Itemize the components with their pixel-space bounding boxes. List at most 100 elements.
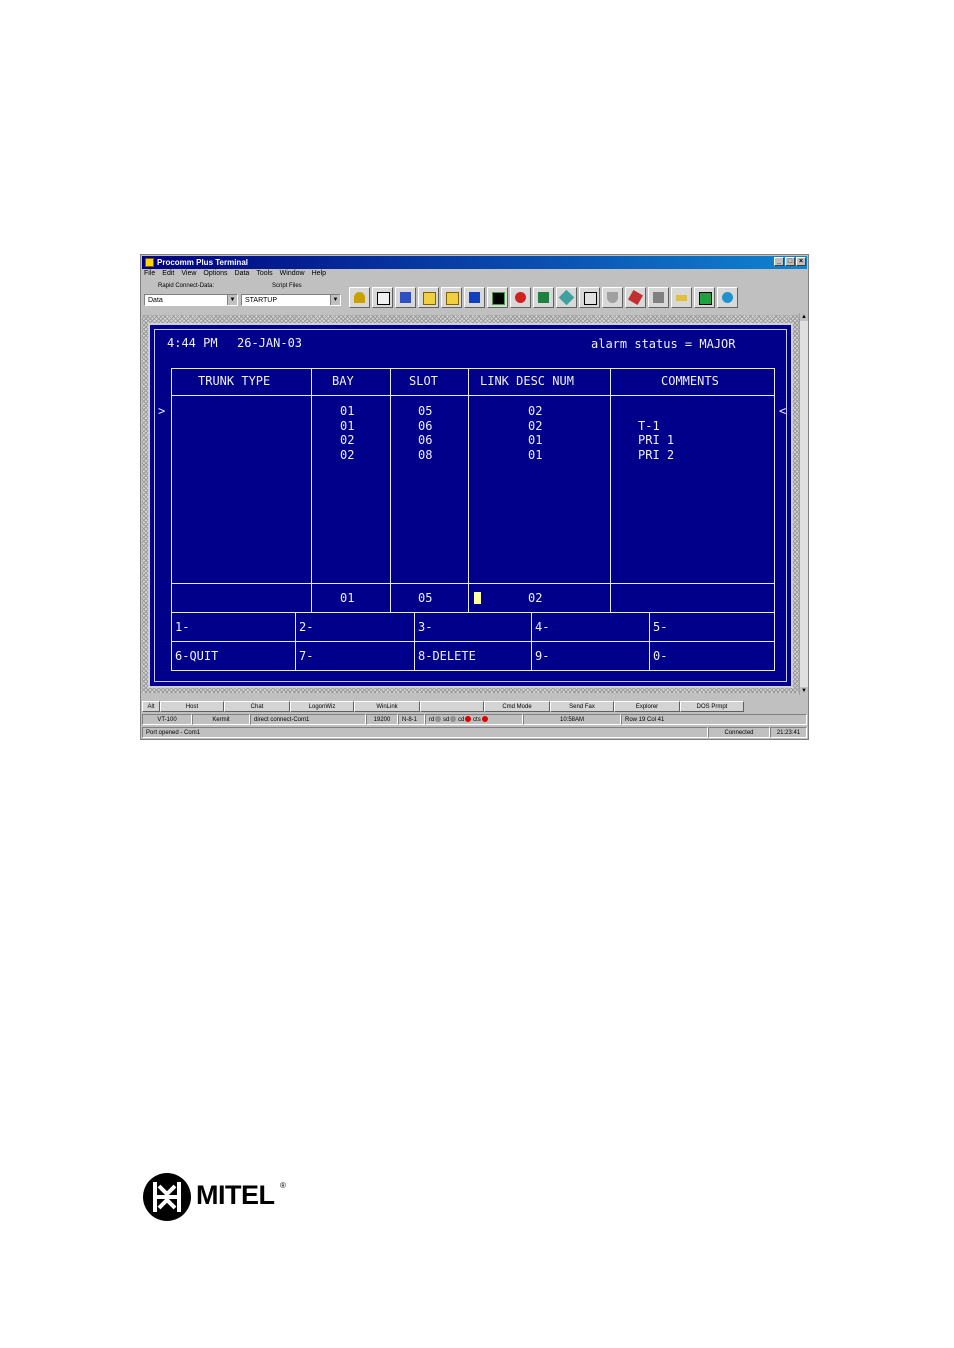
header-bay: BAY [332, 374, 354, 388]
minimize-button[interactable]: _ [774, 257, 784, 266]
fax-icon[interactable] [648, 287, 669, 308]
dos-prompt-button[interactable]: DOS Prmpt [680, 701, 744, 712]
table-cell-slot: 06 [418, 418, 433, 433]
registered-mark: ® [280, 1181, 286, 1190]
table-cell-comment: PRI 1 [638, 433, 675, 447]
table-cell-bay: 01 [340, 418, 355, 433]
monitor-icon[interactable] [533, 287, 554, 308]
table-cell-slot: 06 [418, 433, 433, 447]
script-files-select[interactable]: STARTUP ▼ [241, 294, 341, 306]
table-cell-bay: 01 [340, 404, 355, 418]
window-title: Procomm Plus Terminal [157, 258, 248, 267]
input-slot[interactable]: 05 [418, 591, 432, 606]
chevron-down-icon[interactable]: ▼ [227, 295, 237, 305]
logo-wordmark: MITEL [196, 1180, 275, 1210]
vertical-scrollbar[interactable]: ▲ ▼ [799, 313, 808, 695]
softkey-divider [295, 612, 296, 670]
softkey-divider [531, 612, 532, 670]
terminal-screen-icon[interactable] [487, 287, 508, 308]
table-cell-link: 01 [528, 433, 543, 447]
basket-icon[interactable] [602, 287, 623, 308]
table-divider [171, 612, 775, 613]
table-cell-link: 02 [528, 404, 543, 418]
hangup-phone-icon[interactable] [510, 287, 531, 308]
menu-window[interactable]: Window [280, 270, 305, 281]
softkey-divider [414, 612, 415, 670]
procomm-window: Procomm Plus Terminal _ □ × File Edit Vi… [140, 254, 809, 740]
app-icon [145, 258, 154, 267]
right-scroll-arrow[interactable]: < [779, 404, 786, 419]
chat-button[interactable]: Chat [224, 701, 290, 712]
cmd-mode-button[interactable]: Cmd Mode [484, 701, 550, 712]
mitel-emblem-icon [143, 1173, 191, 1221]
softkey-1[interactable]: 1- [175, 620, 189, 635]
column-divider [311, 368, 312, 612]
menu-options[interactable]: Options [203, 270, 227, 281]
cts-light-icon [481, 716, 488, 722]
table-cell-comment: PRI 2 [638, 447, 675, 462]
capture-icon[interactable] [556, 287, 577, 308]
menu-help[interactable]: Help [312, 270, 326, 281]
send-fax-button[interactable]: Send Fax [550, 701, 614, 712]
host-button[interactable]: Host [160, 701, 224, 712]
table-cell-link: 02 [528, 418, 543, 433]
menu-file[interactable]: File [144, 270, 155, 281]
input-bay[interactable]: 01 [340, 591, 354, 606]
clock-status: 10:58AM [523, 714, 621, 725]
maximize-button[interactable]: □ [785, 257, 795, 266]
meta-keys-icon[interactable] [694, 287, 715, 308]
menu-data[interactable]: Data [235, 270, 250, 281]
softkey-divider [649, 612, 650, 670]
chevron-down-icon[interactable]: ▼ [330, 295, 340, 305]
alarm-status: alarm status = MAJOR [591, 337, 736, 351]
explorer-button[interactable]: Explorer [614, 701, 680, 712]
globe-icon[interactable] [717, 287, 738, 308]
softkey-delete[interactable]: 8-DELETE [418, 649, 476, 664]
close-button[interactable]: × [796, 257, 806, 266]
baud-status[interactable]: 19200 [366, 714, 398, 725]
receive-file-icon[interactable] [441, 287, 462, 308]
terminal-screen[interactable]: 4:44 PM 26-JAN-03 alarm status = MAJOR T… [148, 323, 793, 688]
input-link[interactable]: 02 [528, 591, 542, 606]
table-cell-comment: T-1 [638, 418, 660, 433]
protocol-status[interactable]: Kermit [192, 714, 250, 725]
connect-runner-icon[interactable] [349, 287, 370, 308]
send-file-icon[interactable] [418, 287, 439, 308]
softkey-0[interactable]: 0- [653, 649, 667, 664]
winlink-button[interactable]: WinLink [354, 701, 420, 712]
terminal-area: 4:44 PM 26-JAN-03 alarm status = MAJOR T… [142, 315, 799, 693]
header-slot: SLOT [409, 374, 438, 388]
softkey-9[interactable]: 9- [535, 649, 549, 664]
softkey-4[interactable]: 4- [535, 620, 549, 635]
logonwiz-button[interactable]: LogonWiz [290, 701, 354, 712]
table-border [171, 368, 172, 670]
menu-edit[interactable]: Edit [162, 270, 174, 281]
emulation-status[interactable]: VT-100 [142, 714, 192, 725]
title-bar[interactable]: Procomm Plus Terminal _ □ × [142, 256, 807, 269]
blank-button[interactable] [420, 701, 484, 712]
phonebook-icon[interactable] [372, 287, 393, 308]
menu-view[interactable]: View [181, 270, 196, 281]
softkey-3[interactable]: 3- [418, 620, 432, 635]
column-divider [468, 368, 469, 612]
scroll-up-icon[interactable]: ▲ [800, 313, 808, 321]
softkey-2[interactable]: 2- [299, 620, 313, 635]
connection-status[interactable]: direct connect-Com1 [250, 714, 366, 725]
keyboard-icon[interactable] [671, 287, 692, 308]
upload-icon[interactable] [464, 287, 485, 308]
menu-tools[interactable]: Tools [256, 270, 272, 281]
softkey-quit[interactable]: 6-QUIT [175, 649, 218, 664]
softkey-5[interactable]: 5- [653, 620, 667, 635]
printer-icon[interactable] [579, 287, 600, 308]
table-cell-link: 01 [528, 447, 543, 462]
left-scroll-arrow[interactable]: > [158, 404, 165, 419]
cd-light-icon [465, 716, 472, 722]
alt-button[interactable]: Alt [142, 701, 160, 712]
port-settings[interactable]: N-8-1 [398, 714, 425, 725]
status-bar: VT-100 Kermit direct connect-Com1 19200 … [142, 714, 807, 725]
rapid-connect-select[interactable]: Data ▼ [144, 294, 238, 306]
scroll-down-icon[interactable]: ▼ [800, 687, 808, 695]
softkey-7[interactable]: 7- [299, 649, 313, 664]
mode-icon[interactable] [395, 287, 416, 308]
scripting-icon[interactable] [625, 287, 646, 308]
